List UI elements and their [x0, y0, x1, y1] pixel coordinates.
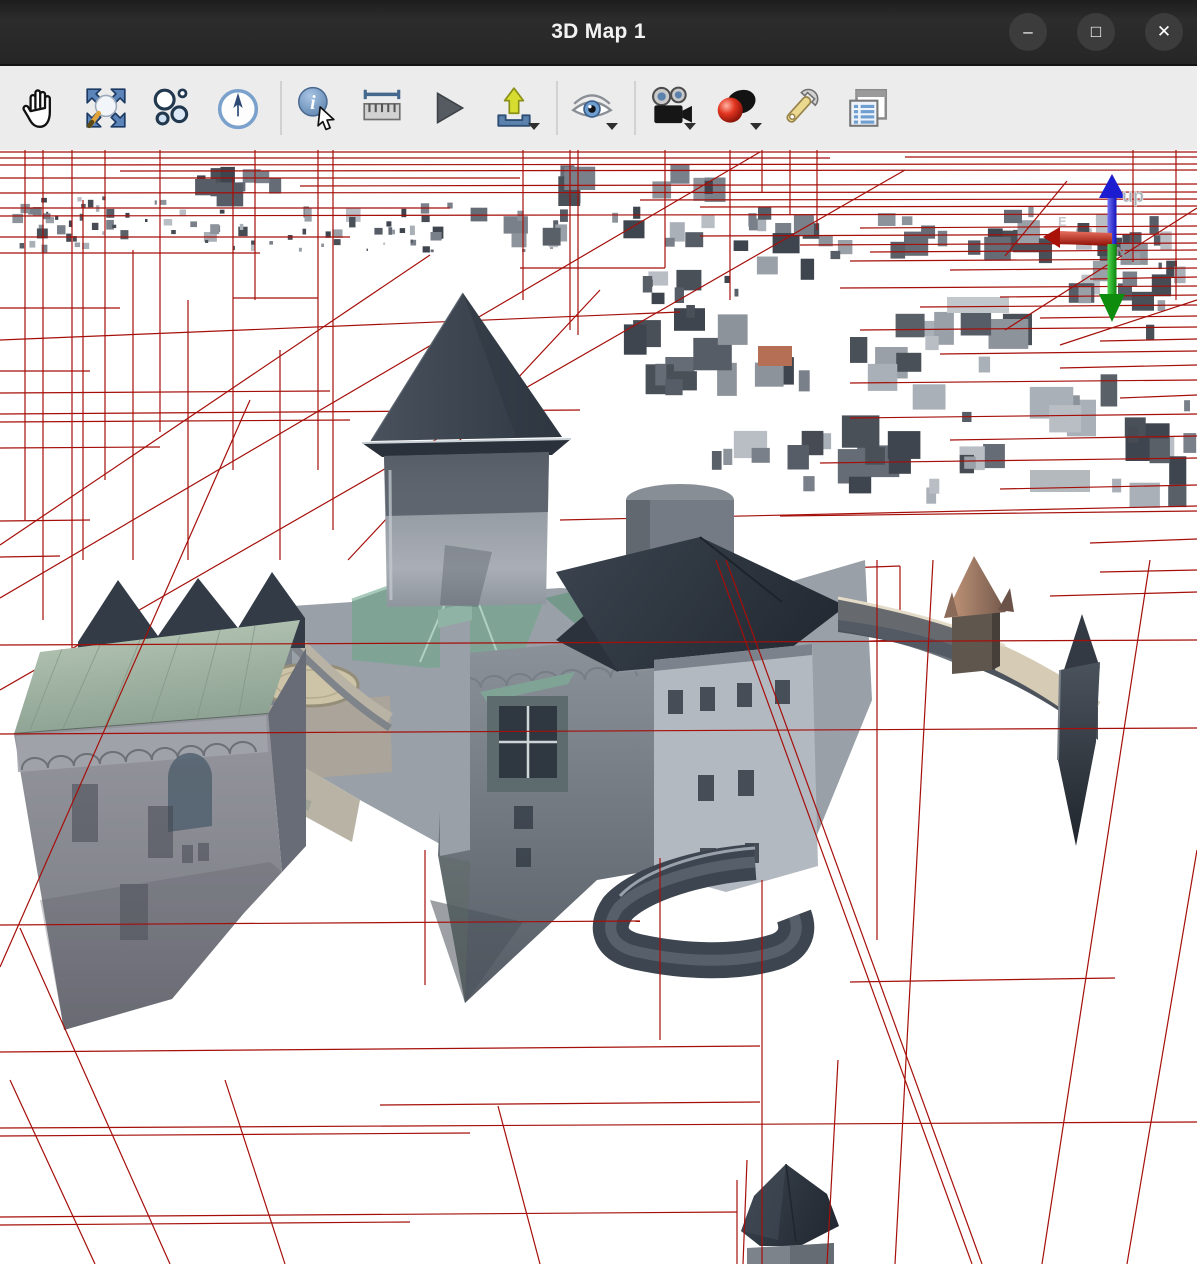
identify-cursor-icon: i: [293, 85, 339, 131]
left-building: [14, 572, 306, 1030]
window-controls: – □ ✕: [1009, 0, 1183, 64]
play-button[interactable]: [424, 82, 472, 134]
window-title: 3D Map 1: [551, 20, 646, 44]
axis-up-label: up: [1122, 186, 1144, 206]
3d-map-window: 3D Map 1 – □ ✕: [0, 0, 1197, 1264]
toolbar-separator: [634, 81, 636, 135]
measure-ruler-icon: [359, 85, 405, 131]
minimize-button[interactable]: –: [1009, 13, 1047, 51]
main-tower: [362, 293, 571, 607]
compass-button[interactable]: [214, 82, 262, 134]
dropdown-caret-icon: [750, 123, 762, 130]
axis-east-arrow: [1060, 231, 1112, 246]
camera-button[interactable]: [646, 82, 694, 134]
pan-tool-button[interactable]: [16, 82, 64, 134]
dropdown-caret-icon: [606, 123, 618, 130]
map-3d-viewport[interactable]: up E N: [0, 150, 1197, 1264]
axis-east-label: E: [1058, 214, 1067, 229]
zoom-circles-button[interactable]: [148, 82, 196, 134]
map-scene: up E N: [0, 150, 1197, 1264]
zoom-circles-icon: [149, 85, 195, 131]
report-button[interactable]: [844, 82, 892, 134]
report-table-icon: [845, 85, 891, 131]
dropdown-caret-icon: [528, 123, 540, 130]
maximize-icon: □: [1091, 23, 1101, 40]
wrench-settings-icon: [779, 85, 825, 131]
settings-button[interactable]: [778, 82, 826, 134]
light-button[interactable]: [712, 82, 760, 134]
maximize-button[interactable]: □: [1077, 13, 1115, 51]
zoom-extents-icon: [83, 85, 129, 131]
toolbar-separator: [280, 81, 282, 135]
title-bar[interactable]: 3D Map 1 – □ ✕: [0, 0, 1197, 64]
export-button[interactable]: [490, 82, 538, 134]
identify-tool-button[interactable]: i: [292, 82, 340, 134]
pan-hand-icon: [17, 85, 63, 131]
bottom-turret: [741, 1164, 839, 1264]
zoom-extents-button[interactable]: [82, 82, 130, 134]
toolbar-separator: [556, 81, 558, 135]
view-button[interactable]: [568, 82, 616, 134]
measure-tool-button[interactable]: [358, 82, 406, 134]
close-button[interactable]: ✕: [1145, 13, 1183, 51]
axis-north-label: N: [1116, 244, 1125, 259]
dropdown-caret-icon: [684, 123, 696, 130]
compass-icon: [215, 85, 261, 131]
svg-text:i: i: [310, 92, 316, 114]
minimize-icon: –: [1023, 23, 1032, 40]
toolbar: i: [0, 64, 1197, 150]
close-icon: ✕: [1157, 23, 1171, 40]
castle-3d-model: [14, 293, 1100, 1264]
play-icon: [425, 85, 471, 131]
